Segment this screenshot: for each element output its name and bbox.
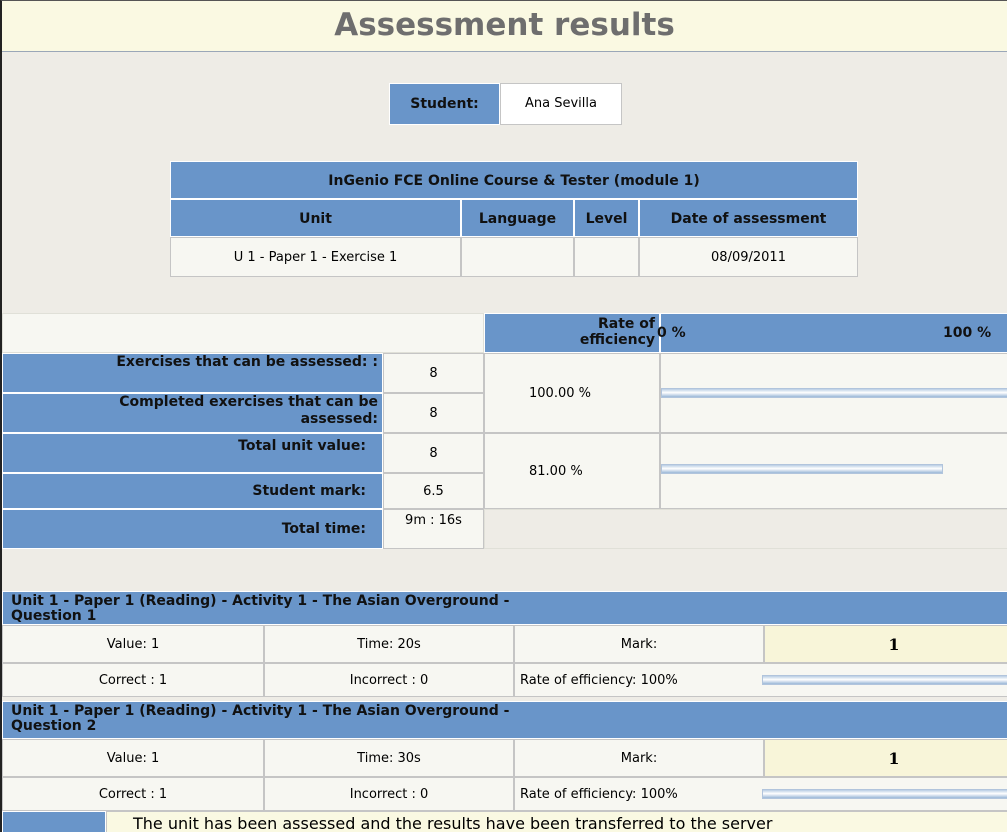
question-1-mark-label: Mark: [514, 625, 764, 663]
footer-message-text: The unit has been assessed and the resul… [133, 814, 773, 832]
summary-label-completed: Completed exercises that can be assessed… [2, 393, 383, 433]
page-title: Assessment results [334, 7, 675, 43]
course-title: InGenio FCE Online Course & Tester (modu… [170, 161, 858, 199]
summary-label-total-value: Total unit value: [2, 433, 383, 473]
summary-label-student-mark-text: Student mark: [252, 483, 366, 499]
summary-label-total-time: Total time: [2, 509, 383, 549]
question-2-mark-label-text: Mark: [620, 751, 658, 766]
summary-value-total-time-text: 9m : 16s [405, 513, 462, 528]
question-1-rate-text: Rate of efficiency: 100% [520, 673, 678, 688]
summary-value-assessable-text: 8 [429, 366, 438, 381]
summary-label-assessable: Exercises that can be assessed: : [2, 353, 383, 393]
cell-date-text: 08/09/2011 [711, 250, 786, 265]
column-header-level-text: Level [585, 211, 628, 227]
scale-max-label: 100 % [943, 325, 992, 341]
summary-label-total-value-text: Total unit value: [238, 438, 366, 454]
question-1-mark: 1 [764, 625, 1007, 663]
question-1-title: Unit 1 - Paper 1 (Reading) - Activity 1 … [2, 591, 1007, 625]
question-2-mark-label: Mark: [514, 739, 764, 777]
column-header-date-text: Date of assessment [670, 211, 827, 227]
rate-of-efficiency-header-text: Rate of efficiency [579, 316, 655, 348]
summary-value-student-mark-text: 6.5 [423, 484, 444, 499]
rate-of-efficiency-header: Rate of efficiency [484, 313, 660, 353]
question-2-title: Unit 1 - Paper 1 (Reading) - Activity 1 … [2, 701, 1007, 739]
summary-value-assessable: 8 [383, 353, 484, 393]
question-1-correct: Correct : 1 [2, 663, 264, 697]
cell-unit: U 1 - Paper 1 - Exercise 1 [170, 237, 461, 277]
column-header-date: Date of assessment [639, 199, 858, 237]
question-2-mark: 1 [764, 739, 1007, 777]
summary-value-completed: 8 [383, 393, 484, 433]
course-title-text: InGenio FCE Online Course & Tester (modu… [328, 173, 700, 189]
question-1-incorrect: Incorrect : 0 [264, 663, 514, 697]
rate-cell-completion: 100.00 % [484, 353, 660, 433]
rate-bar-cell-mark [660, 433, 1007, 509]
summary-label-assessable-text: Exercises that can be assessed: : [116, 354, 378, 370]
summary-blank-cell [484, 509, 1007, 549]
question-1-rate-bar [762, 675, 1007, 685]
column-header-language: Language [461, 199, 574, 237]
question-2-rate-text: Rate of efficiency: 100% [520, 787, 678, 802]
summary-value-completed-text: 8 [429, 406, 438, 421]
question-1-value-text: Value: 1 [106, 637, 160, 652]
cell-date: 08/09/2011 [639, 237, 858, 277]
column-header-unit-text: Unit [299, 211, 332, 227]
question-2-value-text: Value: 1 [106, 751, 160, 766]
footer-message: The unit has been assessed and the resul… [106, 811, 1007, 832]
question-1-time-text: Time: 20s [357, 637, 421, 652]
question-2-incorrect-text: Incorrect : 0 [349, 787, 429, 802]
student-label-text: Student: [410, 96, 479, 112]
cell-unit-text: U 1 - Paper 1 - Exercise 1 [233, 250, 398, 265]
student-label: Student: [389, 83, 500, 125]
rate-cell-completion-text: 100.00 % [529, 386, 591, 401]
summary-label-completed-text: Completed exercises that can be assessed… [119, 394, 378, 427]
scale-min-label: 0 % [657, 325, 686, 341]
rate-bar-cell-completion [660, 353, 1007, 433]
question-1-mark-label-text: Mark: [620, 637, 658, 652]
question-2-time: Time: 30s [264, 739, 514, 777]
question-1-title-text: Unit 1 - Paper 1 (Reading) - Activity 1 … [11, 593, 510, 624]
rate-cell-mark: 81.00 % [484, 433, 660, 509]
summary-value-total-value: 8 [383, 433, 484, 473]
question-1-mark-text: 1 [888, 635, 900, 654]
question-2-correct-text: Correct : 1 [98, 787, 168, 802]
progress-bar-completion [661, 388, 1007, 398]
rate-cell-mark-text: 81.00 % [529, 464, 583, 479]
question-2-time-text: Time: 30s [357, 751, 421, 766]
progress-bar-mark [661, 464, 943, 474]
footer-marker [2, 811, 106, 832]
student-name: Ana Sevilla [500, 83, 622, 125]
efficiency-scale-header: 0 % 100 % [657, 313, 1007, 353]
summary-value-total-time: 9m : 16s [383, 509, 484, 549]
summary-header-spacer [2, 313, 484, 353]
question-2-value: Value: 1 [2, 739, 264, 777]
question-2-rate-bar [762, 789, 1007, 799]
title-bar: Assessment results [2, 1, 1007, 52]
student-name-text: Ana Sevilla [525, 96, 597, 111]
summary-label-student-mark: Student mark: [2, 473, 383, 509]
question-1-rate: Rate of efficiency: 100% [514, 663, 1007, 697]
summary-value-student-mark: 6.5 [383, 473, 484, 509]
question-2-rate: Rate of efficiency: 100% [514, 777, 1007, 811]
question-2-title-text: Unit 1 - Paper 1 (Reading) - Activity 1 … [11, 703, 510, 734]
column-header-language-text: Language [478, 211, 557, 227]
summary-value-total-value-text: 8 [429, 446, 438, 461]
question-1-correct-text: Correct : 1 [98, 673, 168, 688]
summary-label-total-time-text: Total time: [281, 521, 366, 537]
question-2-mark-text: 1 [888, 749, 900, 768]
question-2-correct: Correct : 1 [2, 777, 264, 811]
column-header-level: Level [574, 199, 639, 237]
cell-language [461, 237, 574, 277]
question-1-incorrect-text: Incorrect : 0 [349, 673, 429, 688]
cell-level [574, 237, 639, 277]
results-window: Assessment results Student: Ana Sevilla … [0, 0, 1007, 832]
question-1-value: Value: 1 [2, 625, 264, 663]
column-header-unit: Unit [170, 199, 461, 237]
question-1-time: Time: 20s [264, 625, 514, 663]
question-2-incorrect: Incorrect : 0 [264, 777, 514, 811]
